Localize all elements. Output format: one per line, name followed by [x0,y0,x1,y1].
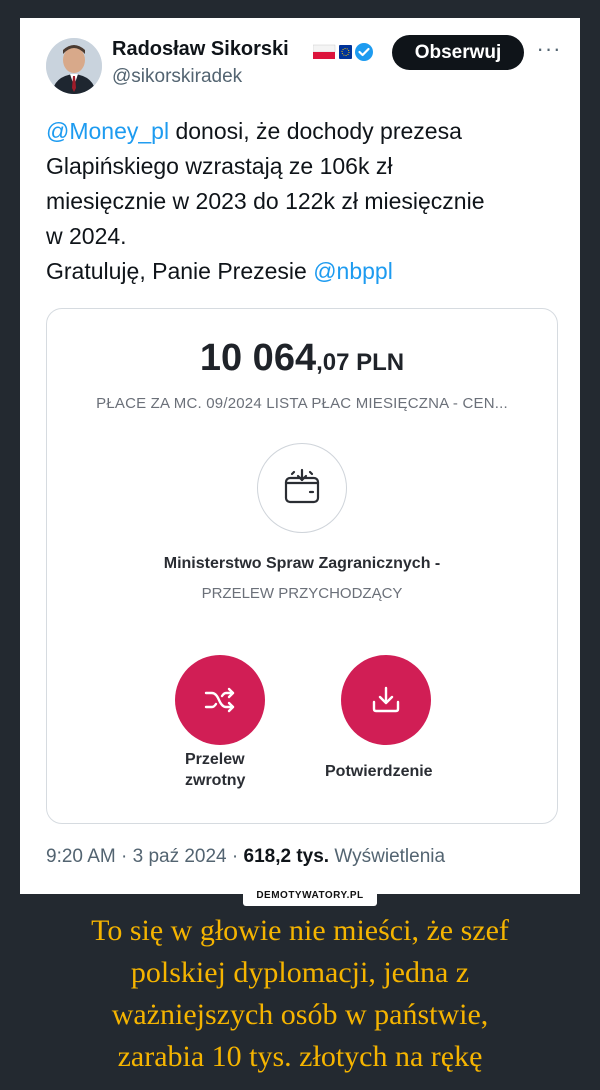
transaction-screenshot[interactable]: 10 064,07 PLN PŁACE ZA MC. 09/2024 LISTA… [46,308,558,824]
follow-button[interactable]: Obserwuj [392,35,524,70]
caption: To się w głowie nie mieści, że szef pols… [30,910,570,1078]
avatar[interactable] [46,38,102,94]
amount-fraction: ,07 PLN [316,349,405,376]
author-badges [312,40,373,64]
amount-main: 10 064 [199,337,317,379]
view-count: 618,2 tys. [243,846,330,867]
caption-line: zarabia 10 tys. złotych na rękę [117,1040,483,1073]
shuffle-return-icon [204,687,235,713]
action-label-line: Przelew [185,751,245,768]
tweet-text-line: Glapińskiego wzrastają ze 106k zł [46,153,393,179]
tweet-text-line: miesięcznie w 2023 do 122k zł miesięczni… [46,188,485,214]
author-handle[interactable]: @sikorskiradek [112,66,242,88]
download-confirm-icon [372,686,400,713]
return-transfer-button[interactable] [175,655,265,745]
return-transfer-label: Przelew zwrotny [185,749,245,791]
confirmation-button[interactable] [341,655,431,745]
tweet-text: @Money_pl donosi, że dochody prezesa Gla… [46,114,556,289]
wallet-download-icon [257,443,347,533]
transfer-type: PRZELEW PRZYCHODZĄCY [201,585,403,602]
tweet-card: Radosław Sikorski @sikorskiradek Obserwu… [20,18,580,906]
caption-line: To się w głowie nie mieści, że szef [91,914,509,947]
more-options-icon[interactable]: ··· [532,34,566,64]
tweet-text-line: w 2024. [46,223,127,249]
tweet-text-line: donosi, że dochody prezesa [169,118,462,144]
caption-line: polskiej dyplomacji, jedna z [130,956,470,989]
confirmation-label: Potwierdzenie [325,763,433,780]
author-name[interactable]: Radosław Sikorski [112,38,289,61]
merchant-name: Ministerstwo Spraw Zagranicznych - [163,555,441,572]
mention-link[interactable]: @Money_pl [46,118,169,144]
transaction-amount: 10 064,07 PLN [47,337,557,380]
views-label: Wyświetlenia [329,846,446,867]
action-label-line: zwrotny [185,772,246,789]
mention-link[interactable]: @nbppl [313,258,393,284]
poland-flag-icon [312,44,336,59]
caption-line: ważniejszych osób w państwie, [111,998,489,1031]
tweet-text-line: Gratuluję, Panie Prezesie [46,258,314,284]
tweet-meta: 9:20 AM · 3 paź 2024 · 618,2 tys. Wyświe… [46,846,445,868]
watermark-logo: DEMOTYWATORY.PL [243,884,377,906]
timestamp[interactable]: 9:20 AM · 3 paź 2024 · [46,846,244,867]
verified-badge-icon [355,43,373,61]
transaction-description: PŁACE ZA MC. 09/2024 LISTA PŁAC MIESIĘCZ… [96,395,508,412]
eu-flag-icon [339,45,352,59]
